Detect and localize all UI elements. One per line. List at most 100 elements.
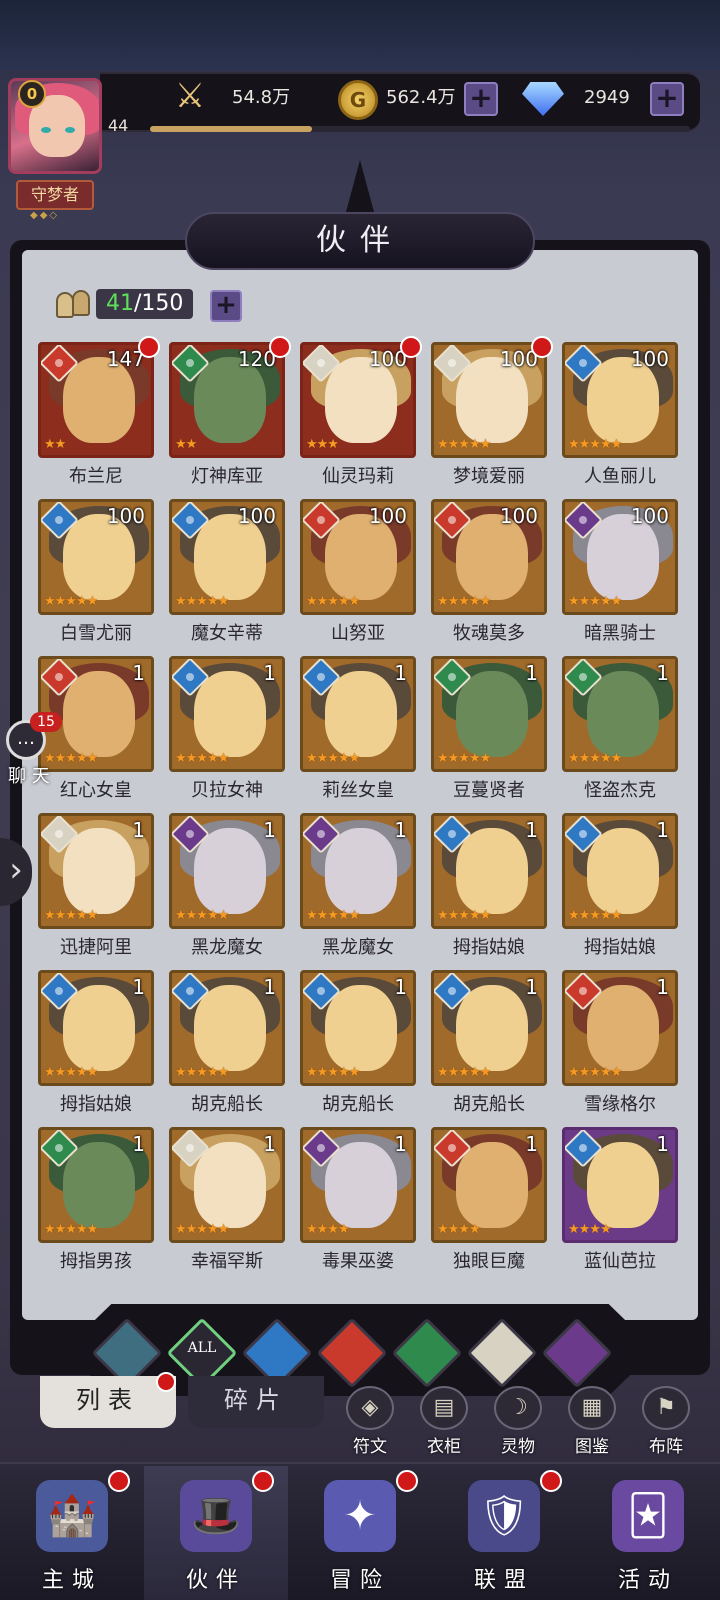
hero-card[interactable]: 1 ★★★★★ 莉丝女皇 bbox=[300, 656, 416, 813]
nav-events[interactable]: 🃏 活动 bbox=[576, 1466, 720, 1600]
hero-card[interactable]: 1 ★★★★★ 黑龙魔女 bbox=[169, 813, 285, 970]
hero-face bbox=[325, 985, 397, 1071]
hero-card[interactable]: 100 ★★★ 仙灵玛莉 bbox=[300, 336, 422, 499]
nav-label: 主城 bbox=[41, 1568, 102, 1593]
nav-notification-dot bbox=[252, 1470, 274, 1492]
hero-count-total: /150 bbox=[134, 291, 184, 316]
hero-stars: ★★★★★ bbox=[175, 1065, 229, 1080]
hero-card[interactable]: 100 ★★★★★ 暗黑骑士 bbox=[562, 499, 678, 656]
hero-portrait: 1 ★★★★★ bbox=[562, 970, 678, 1086]
hero-card[interactable]: 1 ★★★★★ 雪缘格尔 bbox=[562, 970, 678, 1127]
hero-face bbox=[587, 1142, 659, 1228]
nav-partners[interactable]: 🎩 伙伴 bbox=[144, 1466, 288, 1600]
hero-card[interactable]: 1 ★★★★★ 幸福罕斯 bbox=[169, 1127, 285, 1284]
spirit-icon: ☽ bbox=[494, 1386, 542, 1430]
hero-level: 1 bbox=[525, 1132, 538, 1156]
subnav-codex-button[interactable]: ▦ 图鉴 bbox=[562, 1386, 622, 1457]
rank-badge: 守梦者 bbox=[16, 180, 94, 210]
hero-face bbox=[325, 828, 397, 914]
subnav-formation-button[interactable]: ⚑ 布阵 bbox=[636, 1386, 696, 1457]
hero-card[interactable]: 100 ★★★★★ 牧魂莫多 bbox=[431, 499, 547, 656]
events-icon: 🃏 bbox=[612, 1480, 684, 1552]
add-gold-button[interactable]: + bbox=[464, 82, 498, 116]
hero-name: 暗黑骑士 bbox=[584, 623, 656, 644]
hero-stars: ★★★★★ bbox=[306, 1065, 360, 1080]
expand-capacity-button[interactable]: + bbox=[210, 290, 242, 322]
subnav-label: 衣柜 bbox=[427, 1437, 461, 1457]
adventure-icon: ✦ bbox=[324, 1480, 396, 1552]
subnav-rune-button[interactable]: ◈ 符文 bbox=[340, 1386, 400, 1457]
hero-card[interactable]: 1 ★★★★★ 胡克船长 bbox=[300, 970, 416, 1127]
hero-face bbox=[63, 1142, 135, 1228]
hero-card[interactable]: 100 ★★★★★ 人鱼丽儿 bbox=[562, 342, 678, 499]
hero-portrait: 1 ★★★★★ bbox=[38, 813, 154, 929]
hero-card[interactable]: 1 ★★★★★ 拇指姑娘 bbox=[431, 813, 547, 970]
hero-stars: ★★★★★ bbox=[175, 751, 229, 766]
hero-card[interactable]: 100 ★★★★★ 梦境爱丽 bbox=[431, 336, 553, 499]
hero-stars: ★★★★★ bbox=[306, 594, 360, 609]
hero-card[interactable]: 120 ★★ 灯神库亚 bbox=[169, 336, 291, 499]
wardrobe-icon: ▤ bbox=[420, 1386, 468, 1430]
hero-stars: ★★★★★ bbox=[568, 908, 622, 923]
hero-face bbox=[63, 671, 135, 757]
hero-card[interactable]: 1 ★★★★★ 拇指姑娘 bbox=[562, 813, 678, 970]
xp-bar bbox=[150, 126, 690, 132]
hero-stars: ★★★★★ bbox=[437, 594, 491, 609]
hero-level: 1 bbox=[263, 1132, 276, 1156]
hero-level: 1 bbox=[394, 1132, 407, 1156]
hero-stars: ★★ bbox=[175, 437, 197, 452]
hero-count-box: 41/150 bbox=[96, 289, 194, 319]
hero-level: 100 bbox=[499, 504, 538, 528]
hero-portrait: 1 ★★★★★ bbox=[38, 970, 154, 1086]
hero-stars: ★★★★★ bbox=[437, 751, 491, 766]
nav-notification-dot bbox=[108, 1470, 130, 1492]
hero-portrait: 1 ★★★★★ bbox=[38, 1127, 154, 1243]
hero-name: 雪缘格尔 bbox=[584, 1094, 656, 1115]
hero-card[interactable]: 1 ★★★★★ 胡克船长 bbox=[431, 970, 547, 1127]
hero-portrait: 1 ★★★★★ bbox=[562, 813, 678, 929]
nav-city[interactable]: 🏰 主城 bbox=[0, 1466, 144, 1600]
hero-level: 1 bbox=[394, 818, 407, 842]
subnav-label: 图鉴 bbox=[575, 1437, 609, 1457]
hero-card[interactable]: 100 ★★★★★ 魔女辛蒂 bbox=[169, 499, 285, 656]
hero-portrait: 1 ★★★★★ bbox=[431, 656, 547, 772]
nav-adventure[interactable]: ✦ 冒险 bbox=[288, 1466, 432, 1600]
hero-face bbox=[194, 1142, 266, 1228]
hero-card[interactable]: 1 ★★★★★ 拇指姑娘 bbox=[38, 970, 154, 1127]
tab-list-notification-dot bbox=[156, 1372, 176, 1392]
hero-card[interactable]: 1 ★★★★★ 怪盗杰克 bbox=[562, 656, 678, 813]
nav-label: 联盟 bbox=[473, 1568, 534, 1593]
add-gems-button[interactable]: + bbox=[650, 82, 684, 116]
hero-card[interactable]: 1 ★★★★★ 黑龙魔女 bbox=[300, 813, 416, 970]
hero-card[interactable]: 1 ★★★★★ 迅捷阿里 bbox=[38, 813, 154, 970]
tab-fragments[interactable]: 碎片 bbox=[188, 1376, 324, 1428]
hero-level: 1 bbox=[394, 661, 407, 685]
subnav-spirit-button[interactable]: ☽ 灵物 bbox=[488, 1386, 548, 1457]
hero-card[interactable]: 1 ★★★★ 蓝仙芭拉 bbox=[562, 1127, 678, 1284]
hero-card[interactable]: 1 ★★★★★ 豆蔓贤者 bbox=[431, 656, 547, 813]
hero-name: 仙灵玛莉 bbox=[322, 466, 394, 487]
chat-button[interactable]: … 15 聊 天 bbox=[0, 712, 62, 787]
hero-face bbox=[587, 828, 659, 914]
hero-card[interactable]: 100 ★★★★★ 山努亚 bbox=[300, 499, 416, 656]
gold-value: 562.4万 bbox=[386, 87, 456, 108]
hero-stars: ★★★★★ bbox=[44, 908, 98, 923]
hero-face bbox=[325, 1142, 397, 1228]
hero-card[interactable]: 1 ★★★★ 毒果巫婆 bbox=[300, 1127, 416, 1284]
hero-portrait: 1 ★★★★★ bbox=[169, 656, 285, 772]
nav-alliance[interactable]: 🛡 联盟 bbox=[432, 1466, 576, 1600]
hero-card[interactable]: 147 ★★ 布兰尼 bbox=[38, 336, 160, 499]
hero-card[interactable]: 100 ★★★★★ 白雪尤丽 bbox=[38, 499, 154, 656]
hero-portrait: 100 ★★★★★ bbox=[562, 499, 678, 615]
hero-stars: ★★★★★ bbox=[568, 594, 622, 609]
hero-stars: ★★★★ bbox=[306, 1222, 350, 1237]
hero-portrait: 100 ★★★ bbox=[300, 342, 416, 458]
hero-card[interactable]: 1 ★★★★★ 拇指男孩 bbox=[38, 1127, 154, 1284]
hero-card[interactable]: 1 ★★★★★ 贝拉女神 bbox=[169, 656, 285, 813]
hero-portrait: 1 ★★★★ bbox=[431, 1127, 547, 1243]
hero-card[interactable]: 1 ★★★★ 独眼巨魔 bbox=[431, 1127, 547, 1284]
hero-stars: ★★★★ bbox=[437, 1222, 481, 1237]
hero-stars: ★★ bbox=[44, 437, 66, 452]
subnav-wardrobe-button[interactable]: ▤ 衣柜 bbox=[414, 1386, 474, 1457]
hero-card[interactable]: 1 ★★★★★ 胡克船长 bbox=[169, 970, 285, 1127]
